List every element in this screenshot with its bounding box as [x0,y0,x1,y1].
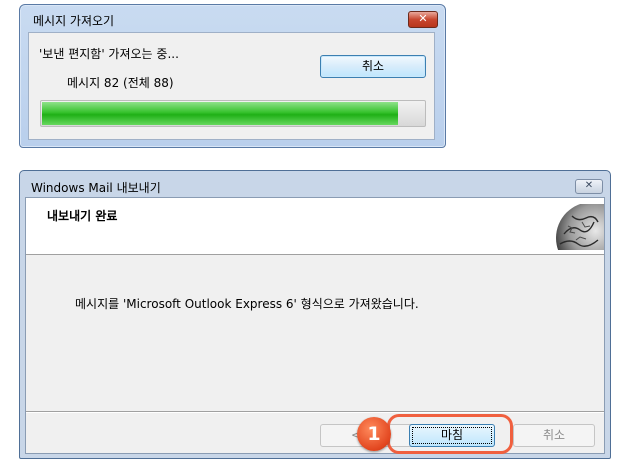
progress-bar-fill [42,102,398,125]
callout-highlight [387,414,513,454]
wizard-header-title: 내보내기 완료 [47,209,118,223]
close-icon[interactable]: ✕ [575,179,603,194]
export-complete-message: 메시지를 'Microsoft Outlook Express 6' 형식으로 … [75,297,419,311]
import-dialog-title: 메시지 가져오기 [33,14,115,28]
wizard-header: 내보내기 완료 [26,198,604,255]
export-wizard-dialog: Windows Mail 내보내기 ✕ 내보내기 완료 메시지를 'Micros… [19,170,611,459]
divider [26,411,604,413]
import-status-text: '보낸 편지함' 가져오는 중... [39,47,179,61]
globe-icon [556,204,604,250]
import-progress-count: 메시지 82 (전체 88) [67,76,174,90]
import-progress-dialog: 메시지 가져오기 ✕ '보낸 편지함' 가져오는 중... 메시지 82 (전체… [19,4,446,148]
cancel-button[interactable]: 취소 [320,55,426,78]
export-dialog-title: Windows Mail 내보내기 [31,181,161,195]
callout-number-badge: 1 [357,417,391,451]
import-dialog-body: '보낸 편지함' 가져오는 중... 메시지 82 (전체 88) 취소 [28,32,435,140]
close-icon[interactable]: ✕ [408,11,438,28]
progress-bar [40,100,426,127]
export-dialog-body: 내보내기 완료 메시지를 'Microsoft Outlook Express … [25,197,605,454]
cancel-button[interactable]: 취소 [513,424,595,447]
